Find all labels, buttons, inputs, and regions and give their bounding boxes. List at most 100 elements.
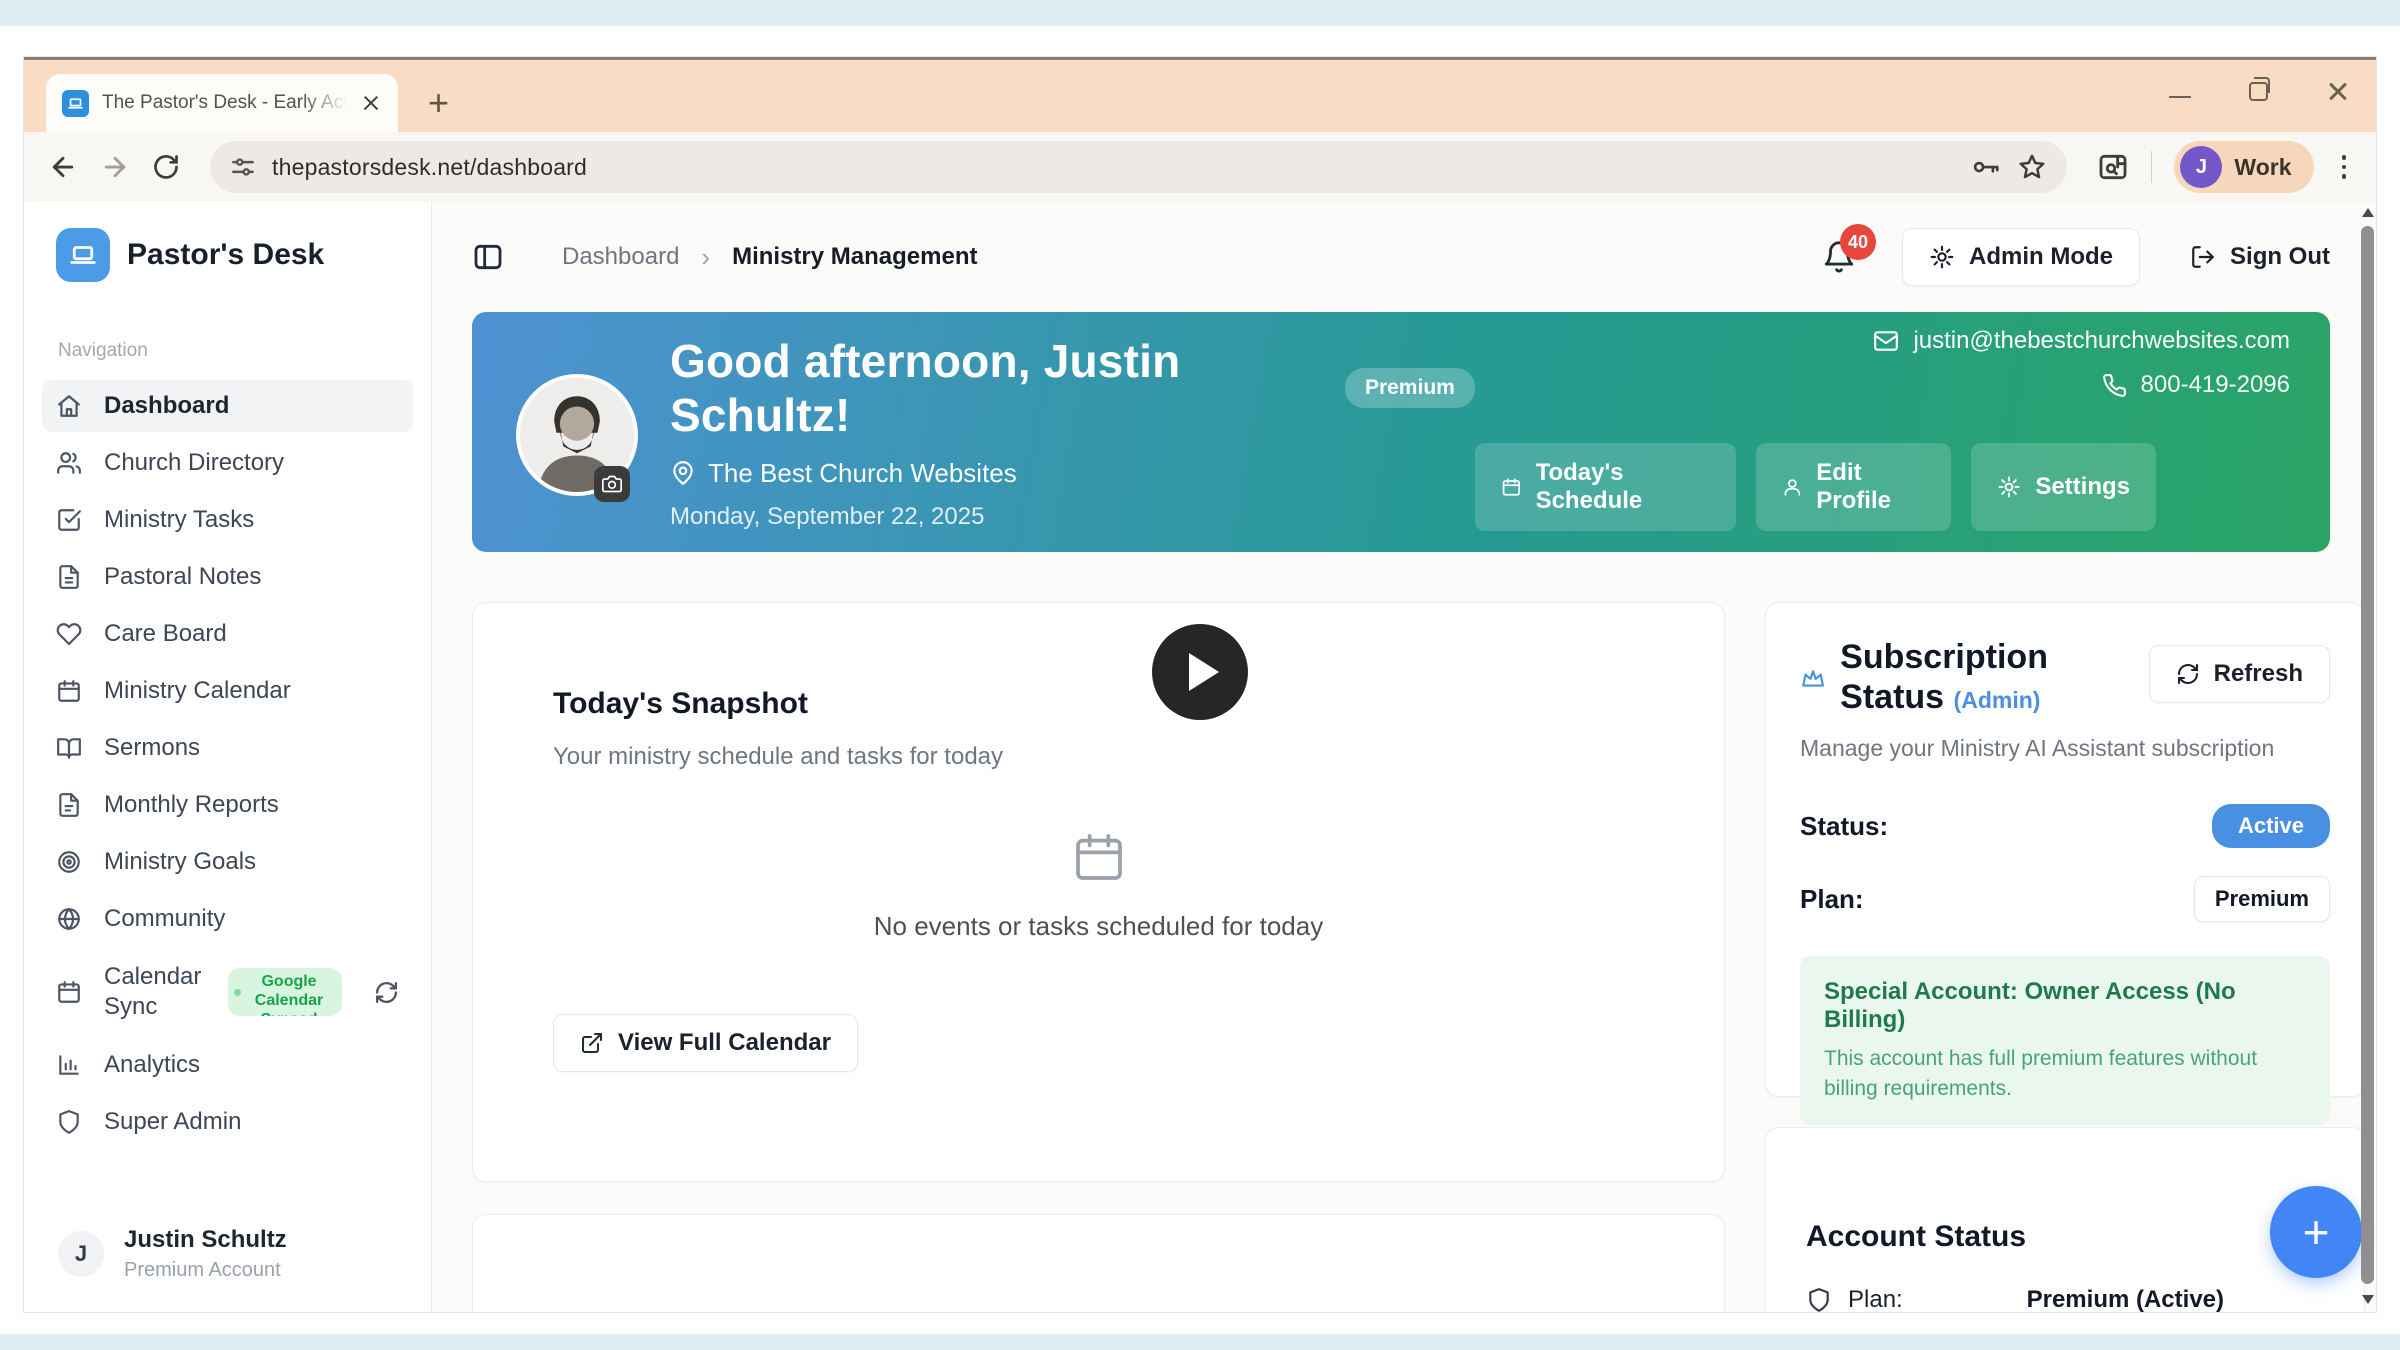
breadcrumb-chevron: › <box>701 242 710 273</box>
notifications-button[interactable]: 40 <box>1822 240 1856 274</box>
new-tab-button[interactable]: + <box>428 88 449 118</box>
greeting-banner: Good afternoon, Justin Schultz! Premium … <box>472 312 2330 552</box>
scrollbar-up-icon[interactable] <box>2362 208 2374 217</box>
external-link-icon <box>580 1031 604 1055</box>
scrollbar-thumb[interactable] <box>2361 226 2374 1284</box>
file-report-icon <box>56 792 82 818</box>
crown-icon <box>1800 665 1826 693</box>
sidebar-item-pastoral-notes[interactable]: Pastoral Notes <box>42 551 413 603</box>
sidebar-toggle-icon[interactable] <box>472 241 504 273</box>
status-label: Status: <box>1800 811 1888 842</box>
admin-mode-button[interactable]: Admin Mode <box>1902 228 2140 286</box>
user-avatar: J <box>58 1231 104 1277</box>
phone-icon <box>2102 373 2127 398</box>
sign-out-button[interactable]: Sign Out <box>2190 243 2330 271</box>
bookmark-star-icon[interactable] <box>2017 152 2047 182</box>
sidebar-item-community[interactable]: Community <box>42 893 413 945</box>
sidebar-item-ministry-goals[interactable]: Ministry Goals <box>42 836 413 888</box>
notification-badge: 40 <box>1840 224 1876 260</box>
admin-tag: (Admin) <box>1954 687 2041 713</box>
toolbar-divider <box>2151 151 2153 183</box>
back-icon[interactable] <box>48 152 78 182</box>
mail-icon <box>1873 328 1899 354</box>
side-panel-search-icon[interactable] <box>2097 151 2129 183</box>
special-account-description: This account has full premium features w… <box>1824 1044 2306 1103</box>
check-square-icon <box>56 507 82 533</box>
sidebar: Pastor's Desk Navigation Dashboard Churc… <box>24 202 432 1312</box>
empty-calendar-icon <box>1071 829 1127 885</box>
reload-icon[interactable] <box>152 153 180 181</box>
gear-icon <box>1929 244 1955 270</box>
account-status-title: Account Status <box>1806 1128 2324 1254</box>
forward-icon[interactable] <box>100 152 130 182</box>
user-icon <box>1782 475 1803 499</box>
premium-badge: Premium <box>1345 368 1475 408</box>
view-full-calendar-button[interactable]: View Full Calendar <box>553 1014 858 1072</box>
google-calendar-synced-badge: Google Calendar Synced <box>228 968 342 1016</box>
todays-snapshot-card: Today's Snapshot Your ministry schedule … <box>472 602 1725 1182</box>
church-name: The Best Church Websites <box>708 458 1017 489</box>
breadcrumb-dashboard[interactable]: Dashboard <box>562 243 679 271</box>
add-fab-button[interactable]: + <box>2270 1186 2362 1278</box>
browser-window: The Pastor's Desk - Early Acces + thepas… <box>24 57 2376 1312</box>
bar-chart-icon <box>56 1052 82 1078</box>
special-account-title: Special Account: Owner Access (No Billin… <box>1824 978 2306 1034</box>
calendar-icon <box>1501 475 1522 499</box>
browser-menu-icon[interactable] <box>2336 155 2353 179</box>
url-text[interactable]: thepastorsdesk.net/dashboard <box>272 154 587 181</box>
sidebar-item-care-board[interactable]: Care Board <box>42 608 413 660</box>
subscription-title: Subscription Status (Admin) <box>1840 637 2148 717</box>
window-minimize-icon[interactable] <box>2169 96 2191 99</box>
snapshot-title: Today's Snapshot <box>553 687 1644 721</box>
todays-schedule-button[interactable]: Today's Schedule <box>1475 443 1736 531</box>
status-badge: Active <box>2212 804 2330 848</box>
camera-icon[interactable] <box>594 466 630 502</box>
tab-title: The Pastor's Desk - Early Acces <box>102 92 347 114</box>
account-status-card: + Account Status Plan: Premium (Active) <box>1765 1127 2365 1312</box>
address-bar[interactable]: thepastorsdesk.net/dashboard <box>210 141 2067 193</box>
sidebar-item-ministry-calendar[interactable]: Ministry Calendar <box>42 665 413 717</box>
site-info-icon[interactable] <box>230 154 256 180</box>
video-play-button[interactable] <box>1152 624 1248 720</box>
target-icon <box>56 849 82 875</box>
app-name: Pastor's Desk <box>127 238 324 272</box>
current-date: Monday, September 22, 2025 <box>670 503 1475 531</box>
sidebar-item-church-directory[interactable]: Church Directory <box>42 437 413 489</box>
edit-profile-button[interactable]: Edit Profile <box>1756 443 1952 531</box>
page-scrollbar[interactable] <box>2359 202 2376 1312</box>
greeting-title: Good afternoon, Justin Schultz! <box>670 334 1323 442</box>
partial-card <box>472 1214 1725 1312</box>
user-phone[interactable]: 800-419-2096 <box>2141 371 2290 399</box>
map-pin-icon <box>670 460 696 486</box>
laptop-logo-icon <box>56 228 110 282</box>
snapshot-subtitle: Your ministry schedule and tasks for tod… <box>553 743 1644 771</box>
sidebar-item-dashboard[interactable]: Dashboard <box>42 380 413 432</box>
window-restore-icon[interactable] <box>2249 82 2268 101</box>
sidebar-item-monthly-reports[interactable]: Monthly Reports <box>42 779 413 831</box>
app-logo: Pastor's Desk <box>56 228 413 282</box>
settings-button[interactable]: Settings <box>1971 443 2156 531</box>
browser-tab[interactable]: The Pastor's Desk - Early Acces <box>46 74 398 132</box>
refresh-button[interactable]: Refresh <box>2149 645 2330 703</box>
book-open-icon <box>56 735 82 761</box>
sidebar-item-calendar-sync[interactable]: Calendar Sync Google Calendar Synced <box>42 950 413 1034</box>
sidebar-item-sermons[interactable]: Sermons <box>42 722 413 774</box>
heart-icon <box>56 621 82 647</box>
sidebar-item-ministry-tasks[interactable]: Ministry Tasks <box>42 494 413 546</box>
sync-refresh-icon[interactable] <box>374 980 399 1005</box>
sidebar-item-super-admin[interactable]: Super Admin <box>42 1096 413 1148</box>
subscription-subtitle: Manage your Ministry AI Assistant subscr… <box>1800 735 2330 762</box>
sidebar-user[interactable]: J Justin Schultz Premium Account <box>58 1226 287 1282</box>
scrollbar-down-icon[interactable] <box>2362 1295 2374 1304</box>
empty-state-message: No events or tasks scheduled for today <box>553 911 1644 942</box>
tab-bar: The Pastor's Desk - Early Acces + <box>24 60 2376 132</box>
browser-profile-chip[interactable]: J Work <box>2174 141 2313 193</box>
plan-badge: Premium <box>2194 876 2330 922</box>
tab-close-icon[interactable] <box>360 92 382 114</box>
sidebar-item-analytics[interactable]: Analytics <box>42 1039 413 1091</box>
passkey-icon[interactable] <box>1971 152 2001 182</box>
user-email[interactable]: justin@thebestchurchwebsites.com <box>1913 327 2290 355</box>
refresh-icon <box>2176 662 2200 686</box>
desktop-strip-bottom <box>0 1334 2400 1350</box>
window-close-icon[interactable] <box>2326 79 2350 103</box>
